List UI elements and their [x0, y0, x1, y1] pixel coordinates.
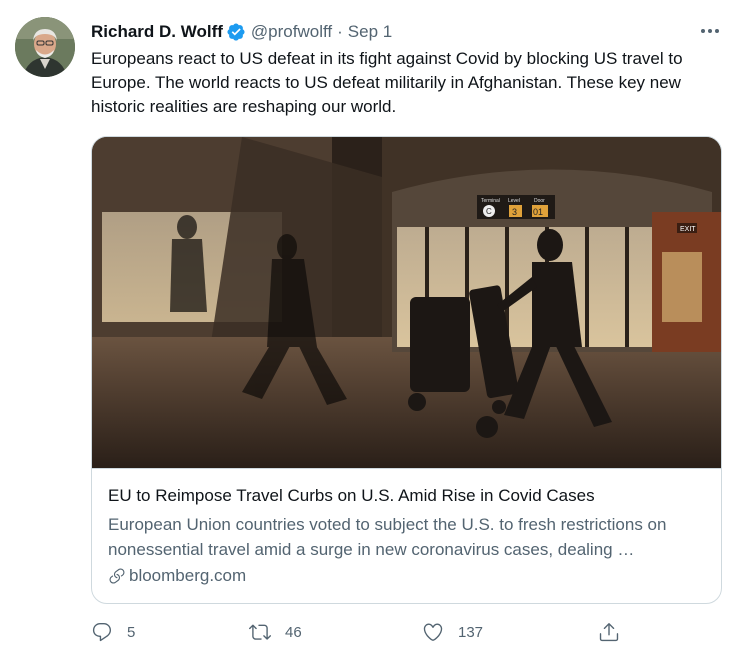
avatar-photo [15, 17, 75, 77]
level-label: Level [508, 198, 520, 204]
retweet-button[interactable]: 46 [249, 617, 302, 647]
door-sign: 01 [533, 207, 543, 217]
action-bar: 5 46 137 [91, 617, 731, 647]
like-count: 137 [458, 623, 484, 641]
avatar[interactable] [15, 17, 75, 77]
level-sign: 3 [512, 207, 517, 217]
more-options-button[interactable] [699, 20, 721, 42]
tweet-header: Richard D. Wolff @profwolff · Sep 1 [91, 20, 392, 44]
reply-count: 5 [127, 623, 136, 641]
heart-icon [423, 623, 443, 641]
card-domain-row[interactable]: bloomberg.com [108, 564, 246, 588]
separator-dot: · [337, 22, 343, 41]
card-title[interactable]: EU to Reimpose Travel Curbs on U.S. Amid… [108, 485, 595, 507]
verified-badge-icon [227, 23, 245, 41]
terminal-label: Terminal [481, 198, 500, 204]
reply-button[interactable]: 5 [91, 617, 135, 647]
like-button[interactable]: 137 [422, 617, 483, 647]
terminal-sign: C [486, 207, 492, 216]
retweet-icon [249, 624, 271, 640]
card-body: EU to Reimpose Travel Curbs on U.S. Amid… [92, 468, 721, 603]
link-card[interactable]: EXIT Terminal Level Door C 3 01 EU to Re… [91, 136, 722, 604]
author-name[interactable]: Richard D. Wolff [91, 22, 223, 42]
card-description: European Union countries voted to subjec… [108, 515, 667, 559]
card-domain: bloomberg.com [129, 566, 247, 585]
tweet: Richard D. Wolff @profwolff · Sep 1 Euro… [0, 0, 741, 652]
door-label: Door [534, 198, 545, 204]
share-button[interactable] [598, 617, 620, 647]
exit-sign: EXIT [680, 226, 696, 233]
more-dots-icon [701, 29, 719, 33]
link-icon [109, 568, 125, 584]
tweet-date[interactable]: Sep 1 [348, 22, 392, 42]
reply-icon [92, 623, 112, 642]
card-image: EXIT Terminal Level Door C 3 01 [92, 137, 721, 468]
retweet-count: 46 [285, 623, 302, 641]
author-handle[interactable]: @profwolff [251, 22, 332, 42]
share-icon [599, 623, 619, 642]
tweet-text: Europeans react to US defeat in its figh… [91, 49, 683, 116]
